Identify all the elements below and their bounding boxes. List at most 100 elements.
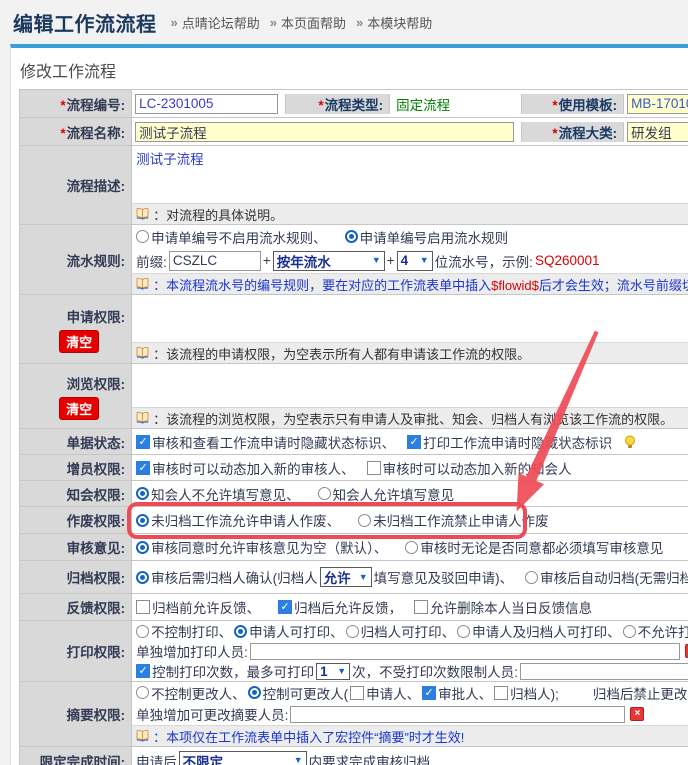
- feedback-after-archive-checkbox[interactable]: [278, 600, 292, 614]
- notify-allow-comment-radio[interactable]: [318, 487, 331, 500]
- prefix-input[interactable]: [169, 251, 261, 271]
- view-perm-label: 浏览权限:: [67, 373, 126, 393]
- breadcrumb-module-help[interactable]: »本模块帮助: [356, 13, 432, 32]
- row-flow-name: 流程名称: 流程大类:: [20, 118, 688, 146]
- prefix-label: 前缀:: [136, 251, 167, 271]
- desc-label: 流程描述:: [67, 179, 126, 194]
- summary-controlled-radio[interactable]: [248, 686, 261, 699]
- hide-status-print-checkbox[interactable]: [407, 435, 421, 449]
- page: 编辑工作流流程 »点晴论坛帮助 »本页面帮助 »本模块帮助 修改工作流程 流程编…: [0, 0, 688, 765]
- top-header: 编辑工作流流程 »点晴论坛帮助 »本页面帮助 »本模块帮助: [0, 0, 688, 44]
- remove-icon[interactable]: [630, 707, 644, 721]
- flow-name-input[interactable]: [135, 122, 514, 142]
- row-apply-perm: 申请权限: 清空 ：该流程的申请权限，为空表示所有人都有申请该工作流的权限。: [20, 295, 688, 364]
- flow-category-input[interactable]: [627, 122, 688, 142]
- print-unlimited-people-input[interactable]: [520, 663, 688, 680]
- print-forbid-radio[interactable]: [623, 625, 636, 638]
- archive-allow-select[interactable]: 允许: [320, 567, 372, 587]
- row-notify-perm: 知会权限: 知会人不允许填写意见、 知会人允许填写意见: [20, 481, 688, 507]
- summary-add-people-label: 单独增加可更改摘要人员:: [136, 704, 288, 724]
- serial-off-radio[interactable]: [136, 230, 149, 243]
- workflow-form-table: 流程编号: 流程类型: 固定流程 使用模板: 流程名称:: [19, 89, 688, 765]
- desc-textarea[interactable]: 测试子流程: [132, 146, 688, 203]
- cancel-perm-label: 作废权限:: [67, 514, 126, 529]
- print-uncontrolled-radio[interactable]: [136, 625, 149, 638]
- serial-on-radio[interactable]: [345, 230, 358, 243]
- book-icon: [136, 278, 149, 290]
- notify-perm-label: 知会权限:: [67, 488, 126, 503]
- review-must-fill-radio[interactable]: [405, 541, 418, 554]
- summary-archiver-checkbox[interactable]: [494, 686, 508, 700]
- chevron-down-icon: [337, 667, 346, 676]
- row-deadline: 限定完成时间: 申请后 不限定 内要求完成审核归档: [20, 747, 688, 765]
- flow-type-label: 流程类型:: [318, 94, 383, 114]
- breadcrumb-forum-help[interactable]: »点晴论坛帮助: [171, 13, 260, 32]
- flow-no-label: 流程编号:: [60, 98, 125, 113]
- flow-no-input[interactable]: [135, 94, 278, 114]
- summary-approver-checkbox[interactable]: [422, 686, 436, 700]
- archive-confirm-radio[interactable]: [136, 571, 149, 584]
- row-view-perm: 浏览权限: 清空 ：该流程的浏览权限，为空表示只有申请人及审批、知会、归档人有浏…: [20, 364, 688, 429]
- serial-hint: ：本流程流水号的编号规则，要在对应的工作流表单中插入$flowid$后才会生效；…: [132, 273, 688, 294]
- chevron-down-icon: [294, 756, 303, 765]
- row-summary-perm: 摘要权限: 不控制更改人、 控制可更改人( 申请人、 审批人、 归档人); 归档…: [20, 682, 688, 747]
- row-serial-rule: 流水规则: 申请单编号不启用流水规则、 申请单编号启用流水规则 前缀: + 按年…: [20, 225, 688, 295]
- summary-add-people-input[interactable]: [290, 706, 625, 723]
- apply-perm-label: 申请权限:: [67, 306, 126, 326]
- deadline-select[interactable]: 不限定: [179, 751, 307, 765]
- print-archiver-radio[interactable]: [346, 625, 359, 638]
- row-add-member: 增员权限: 审核时可以动态加入新的审核人、 审核时可以动态加入新的知会人: [20, 455, 688, 481]
- view-perm-hint: ：该流程的浏览权限，为空表示只有申请人及审批、知会、归档人有浏览该工作流的权限。: [132, 407, 688, 428]
- apply-perm-area[interactable]: [132, 295, 688, 342]
- view-perm-area[interactable]: [132, 364, 688, 407]
- chevron-right-icon: »: [171, 15, 178, 30]
- edit-panel: 修改工作流程 流程编号: 流程类型: 固定流程 使用模板: 流程: [10, 44, 688, 765]
- chevron-down-icon: [420, 256, 429, 265]
- desc-hint: ：对流程的具体说明。: [132, 203, 688, 224]
- hide-status-review-checkbox[interactable]: [136, 435, 150, 449]
- notify-no-comment-radio[interactable]: [136, 487, 149, 500]
- serial-example: SQ260001: [535, 253, 600, 268]
- digits-select[interactable]: 4: [397, 251, 433, 271]
- add-reviewer-checkbox[interactable]: [136, 461, 150, 475]
- deadline-label: 限定完成时间:: [40, 755, 126, 765]
- summary-applicant-checkbox[interactable]: [350, 686, 364, 700]
- view-perm-clear-button[interactable]: 清空: [59, 397, 99, 420]
- archive-auto-radio[interactable]: [525, 571, 538, 584]
- flow-type-value: 固定流程: [396, 94, 450, 114]
- print-count-select[interactable]: 1: [316, 663, 350, 680]
- chevron-down-icon: [359, 573, 368, 582]
- apply-perm-clear-button[interactable]: 清空: [59, 330, 99, 353]
- lightbulb-icon[interactable]: [624, 435, 636, 449]
- flow-category-label: 流程大类:: [552, 122, 617, 142]
- breadcrumb-page-help[interactable]: »本页面帮助: [270, 13, 346, 32]
- print-count-checkbox[interactable]: [136, 664, 150, 678]
- cancel-forbid-radio[interactable]: [358, 514, 371, 527]
- period-select[interactable]: 按年流水: [273, 251, 385, 271]
- flow-name-label: 流程名称:: [60, 126, 125, 141]
- cancel-allow-radio[interactable]: [136, 514, 149, 527]
- summary-perm-label: 摘要权限:: [67, 708, 126, 723]
- breadcrumb: »点晴论坛帮助 »本页面帮助 »本模块帮助: [171, 13, 433, 32]
- feedback-before-archive-checkbox[interactable]: [136, 600, 150, 614]
- template-label: 使用模板:: [552, 94, 617, 114]
- feedback-delete-own-checkbox[interactable]: [414, 600, 428, 614]
- row-desc: 流程描述: 测试子流程 ：对流程的具体说明。: [20, 146, 688, 225]
- print-add-people-input[interactable]: [250, 643, 680, 660]
- summary-hint: ：本项仅在工作流表单中插入了宏控件“摘要”时才生效!: [132, 725, 688, 746]
- add-notifier-checkbox[interactable]: [367, 461, 381, 475]
- summary-uncontrolled-radio[interactable]: [136, 686, 149, 699]
- row-cancel-perm: 作废权限: 未归档工作流允许申请人作废、 未归档工作流禁止申请人作废: [20, 507, 688, 534]
- print-applicant-archiver-radio[interactable]: [457, 625, 470, 638]
- archive-perm-label: 归档权限:: [67, 571, 126, 586]
- row-print-perm: 打印权限: 不控制打印、 申请人可打印、 归档人可打印、 申请人及归档人可打印、…: [20, 621, 688, 682]
- row-review-comment: 审核意见: 审核同意时允许审核意见为空（默认）、 审核时无论是否同意都必须填写审…: [20, 534, 688, 561]
- print-applicant-radio[interactable]: [234, 625, 247, 638]
- review-empty-ok-radio[interactable]: [136, 541, 149, 554]
- book-icon: [136, 347, 149, 359]
- template-input[interactable]: [627, 94, 688, 114]
- add-member-label: 增员权限:: [67, 462, 126, 477]
- serial-rule-label: 流水规则:: [67, 254, 126, 269]
- print-perm-label: 打印权限:: [67, 645, 126, 660]
- row-feedback-perm: 反馈权限: 归档前允许反馈、 归档后允许反馈， 允许删除本人当日反馈信息: [20, 594, 688, 621]
